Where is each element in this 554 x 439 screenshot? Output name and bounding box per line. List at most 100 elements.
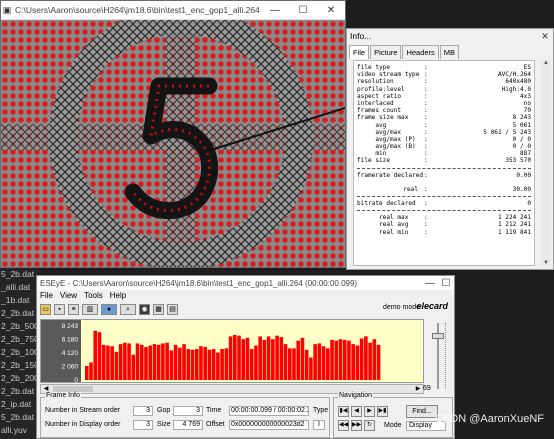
frame-size-bar[interactable] (144, 346, 148, 380)
info-titlebar[interactable]: Info... ✕ (347, 29, 553, 43)
frame-size-bar[interactable] (199, 346, 203, 380)
menu-file[interactable]: File (40, 290, 53, 301)
frame-size-bar[interactable] (123, 342, 127, 380)
frame-size-bar[interactable] (342, 339, 347, 380)
frame-size-bar[interactable] (173, 344, 178, 380)
frame-size-bar[interactable] (207, 349, 212, 380)
frame-size-bar[interactable] (317, 343, 322, 380)
frame-size-bar[interactable] (211, 349, 216, 380)
frame-size-bar[interactable] (127, 343, 131, 380)
frame-size-bar[interactable] (186, 349, 191, 380)
gop-icon[interactable]: ▦ (153, 304, 164, 315)
tab-headers[interactable]: Headers (402, 45, 439, 59)
menu-help[interactable]: Help (110, 290, 126, 301)
frame-size-bar[interactable] (275, 335, 279, 380)
last-frame-icon[interactable]: ▶▮ (377, 406, 388, 417)
frame-size-bar[interactable] (237, 335, 241, 380)
frame-size-bar[interactable] (85, 365, 89, 380)
frame-size-bar[interactable] (249, 349, 254, 380)
loop-icon[interactable]: ↻ (364, 420, 375, 431)
step-back-icon[interactable]: ◀◀ (338, 420, 349, 431)
menu-view[interactable]: View (60, 290, 77, 301)
frame-size-bar[interactable] (233, 334, 237, 380)
tab-picture[interactable]: Picture (370, 45, 402, 59)
frame-size-bar[interactable] (224, 348, 229, 380)
color-icon[interactable]: ● (101, 304, 117, 315)
frame-size-bar[interactable] (321, 346, 326, 380)
frame-size-bar[interactable] (338, 339, 343, 380)
frame-size-bar[interactable] (110, 346, 114, 380)
zoom-icon[interactable]: ⌕ (120, 304, 136, 315)
save-icon[interactable]: ▪ (54, 304, 65, 315)
maximize-icon[interactable]: ☐ (289, 5, 317, 16)
eseye-titlebar[interactable]: ESEyE - C:\Users\Aaron\source\H264\jm18.… (37, 276, 454, 290)
info-icon[interactable]: ▤ (167, 304, 178, 315)
tab-file[interactable]: File (349, 45, 370, 59)
frame-size-bar[interactable] (304, 349, 309, 380)
maximize-icon[interactable]: ☐ (438, 278, 454, 289)
frame-size-bar[interactable] (182, 344, 186, 380)
step-forward-icon[interactable]: ▶▶ (351, 420, 362, 431)
tab-mb[interactable]: MB (439, 45, 460, 59)
frame-size-bar[interactable] (254, 345, 258, 380)
zoom-slider[interactable] (425, 319, 453, 395)
frame-size-bar[interactable] (203, 346, 207, 380)
frame-size-bar[interactable] (165, 342, 169, 380)
frame-size-bar[interactable] (93, 330, 98, 380)
frame-size-bar[interactable] (330, 339, 334, 380)
frame-size-bar[interactable] (178, 347, 182, 380)
slider-thumb[interactable] (432, 333, 444, 339)
frame-size-bar[interactable] (131, 354, 136, 380)
prev-frame-icon[interactable]: ◀ (351, 406, 362, 417)
open-icon[interactable]: ▭ (40, 304, 51, 315)
frame-size-bar[interactable] (347, 340, 351, 380)
frame-size-bar[interactable] (139, 344, 144, 380)
frame-size-bar[interactable] (190, 349, 195, 380)
frame-size-bar[interactable] (313, 344, 317, 380)
frame-size-bar[interactable] (97, 332, 102, 380)
close-icon[interactable]: ✕ (537, 31, 553, 42)
frame-size-bar[interactable] (355, 345, 360, 380)
stream-icon[interactable]: ≡ (68, 304, 79, 315)
frame-size-bar[interactable] (114, 351, 119, 380)
play-icon[interactable]: ▶ (364, 406, 375, 417)
frame-size-bar[interactable] (228, 336, 233, 380)
frame-size-bar[interactable] (118, 344, 123, 380)
frame-size-bar[interactable] (300, 337, 305, 380)
frame-size-bar[interactable] (245, 337, 250, 380)
frame-size-bar[interactable] (241, 339, 246, 380)
frame-size-bar[interactable] (148, 345, 153, 380)
menu-tools[interactable]: Tools (84, 290, 103, 301)
scroll-down-icon[interactable]: ▼ (541, 260, 551, 266)
frame-size-bar[interactable] (334, 340, 339, 380)
minimize-icon[interactable]: — (261, 5, 289, 16)
frame-size-bar[interactable] (89, 362, 93, 380)
frame-size-bar[interactable] (152, 344, 157, 380)
frame-size-bar[interactable] (372, 339, 377, 380)
frame-size-bar[interactable] (309, 357, 313, 380)
find-button[interactable]: Find... (406, 405, 438, 418)
frame-size-bar[interactable] (287, 348, 292, 380)
frame-size-bar[interactable] (296, 340, 301, 380)
frame-size-bar[interactable] (359, 338, 364, 380)
close-icon[interactable]: ✕ (317, 5, 345, 16)
settings-icon[interactable]: ◉ (139, 304, 150, 315)
first-frame-icon[interactable]: ▮◀ (338, 406, 349, 417)
frame-size-bar[interactable] (101, 344, 106, 380)
info-scrollbar[interactable]: ▲ ▼ (541, 60, 551, 266)
frame-size-bar[interactable] (266, 336, 271, 380)
frame-size-bar[interactable] (135, 343, 140, 380)
frame-size-bar[interactable] (262, 339, 267, 380)
frame-size-bar[interactable] (271, 339, 275, 380)
graph-icon[interactable]: ▥ (82, 304, 98, 315)
frame-size-bar[interactable] (106, 345, 110, 380)
frame-size-bar[interactable] (169, 350, 174, 380)
scroll-right-icon[interactable]: ▶ (413, 385, 423, 393)
frame-size-chart[interactable]: 8 243 6 180 4 120 2 060 0 (40, 319, 424, 384)
frame-size-bar[interactable] (194, 349, 199, 380)
scroll-up-icon[interactable]: ▲ (541, 60, 551, 66)
frame-size-bar[interactable] (216, 352, 220, 380)
minimize-icon[interactable]: — (422, 278, 438, 289)
frame-size-bar[interactable] (279, 337, 284, 380)
frame-size-bar[interactable] (220, 349, 224, 380)
